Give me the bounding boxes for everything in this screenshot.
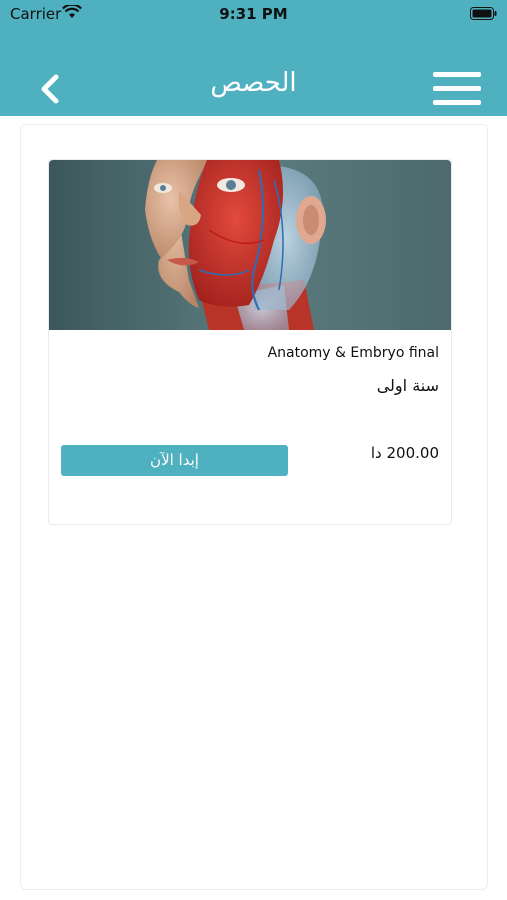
battery-icon: [470, 7, 497, 20]
page-title: الحصص: [210, 68, 297, 98]
hamburger-menu-icon[interactable]: [433, 72, 481, 106]
app-header: Carrier 9:31 PM الحصص: [0, 0, 507, 116]
start-now-button[interactable]: إبدا الآن: [61, 445, 288, 476]
course-title: Anatomy & Embryo final: [267, 345, 439, 361]
status-time: 9:31 PM: [219, 5, 288, 23]
status-bar: Carrier 9:31 PM: [0, 0, 507, 30]
course-card[interactable]: Anatomy & Embryo final سنة اولى 200.00 د…: [48, 159, 452, 525]
courses-container: Anatomy & Embryo final سنة اولى 200.00 د…: [20, 124, 488, 890]
course-image: [49, 160, 451, 330]
course-year: سنة اولى: [376, 376, 439, 395]
course-price: 200.00 دا: [370, 444, 439, 462]
